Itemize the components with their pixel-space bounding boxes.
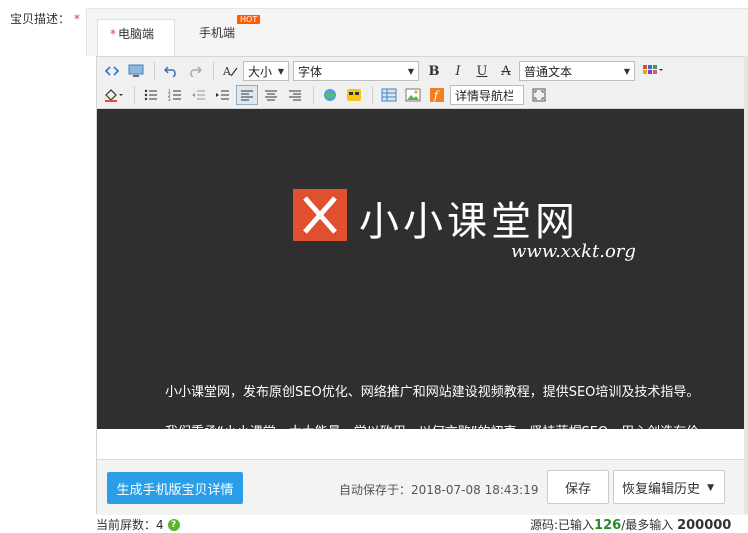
- flash-icon[interactable]: f: [426, 85, 448, 105]
- editor-content-area[interactable]: 小小课堂网 www.xxkt.org 小小课堂网，发布原创SEO优化、网络推广和…: [97, 109, 747, 429]
- clear-format-icon[interactable]: A: [219, 61, 241, 81]
- description-label: 宝贝描述： *: [10, 10, 80, 27]
- detail-nav-select[interactable]: 详情导航栏: [450, 85, 524, 105]
- autosave-label: 自动保存于：: [339, 483, 412, 497]
- source-entered-count: 126: [594, 518, 622, 533]
- tab-desktop[interactable]: * 电脑端: [97, 19, 175, 57]
- save-button[interactable]: 保存: [547, 470, 609, 504]
- fullscreen-icon[interactable]: [528, 85, 550, 105]
- autosave-status: 自动保存于：2018-07-08 18:43:19: [339, 481, 538, 498]
- chevron-down-icon: ▼: [407, 66, 414, 76]
- autosave-time: 2018-07-08 18:43:19: [411, 483, 539, 497]
- paragraph-style-value: 普通文本: [524, 64, 573, 79]
- toolbar-separator: [213, 62, 214, 80]
- strikethrough-icon[interactable]: A: [495, 61, 517, 81]
- table-grid-icon[interactable]: [639, 61, 669, 81]
- undo-icon[interactable]: [160, 61, 182, 81]
- logo-x-icon: [303, 196, 337, 234]
- svg-text:A: A: [222, 65, 232, 78]
- toolbar-separator: [372, 86, 373, 104]
- scrollbar[interactable]: [744, 56, 748, 514]
- preview-icon[interactable]: [125, 61, 147, 81]
- description-label-text: 宝贝描述：: [10, 12, 71, 26]
- content-paragraph-1: 小小课堂网，发布原创SEO优化、网络推广和网站建设视频教程，提供SEO培训及技术…: [165, 385, 700, 400]
- ordered-list-icon[interactable]: 123: [164, 85, 186, 105]
- outdent-icon[interactable]: [188, 85, 210, 105]
- help-icon[interactable]: ?: [167, 518, 180, 531]
- italic-icon[interactable]: I: [447, 61, 469, 81]
- font-size-select[interactable]: 大小 ▼: [243, 61, 289, 81]
- link-icon[interactable]: [319, 85, 341, 105]
- font-family-select[interactable]: 字体 ▼: [293, 61, 419, 81]
- paragraph-style-select[interactable]: 普通文本 ▼: [519, 61, 635, 81]
- emoji-icon[interactable]: [343, 85, 365, 105]
- screen-count: 当前屏数： 4 ?: [96, 516, 180, 533]
- align-left-icon[interactable]: [236, 85, 258, 105]
- generate-mobile-detail-button[interactable]: 生成手机版宝贝详情: [107, 472, 243, 504]
- unordered-list-icon[interactable]: [140, 85, 162, 105]
- rich-text-editor: A 大小 ▼ 字体 ▼ B I U A 普通文本 ▼ 1 2 3 f 详情导航栏…: [96, 56, 748, 515]
- brand-logo: [293, 189, 347, 241]
- chevron-down-icon: ▼: [277, 66, 284, 76]
- brand-url: www.xxkt.org: [511, 241, 636, 262]
- font-family-value: 字体: [298, 64, 323, 79]
- chevron-down-icon: ▼: [707, 483, 714, 493]
- toolbar-row-1: A 大小 ▼ 字体 ▼ B I U A 普通文本 ▼: [101, 60, 671, 82]
- bold-icon[interactable]: B: [423, 61, 445, 81]
- chevron-down-icon: ▼: [623, 66, 630, 76]
- redo-icon[interactable]: [184, 61, 206, 81]
- editor-footer: 生成手机版宝贝详情 自动保存于：2018-07-08 18:43:19 保存 恢…: [97, 459, 747, 515]
- toolbar-separator: [313, 86, 314, 104]
- font-size-value: 大小: [248, 64, 273, 79]
- svg-text:3: 3: [168, 97, 171, 101]
- align-right-icon[interactable]: [284, 85, 306, 105]
- source-entered-label: 源码:已输入: [530, 518, 595, 532]
- table-icon[interactable]: [378, 85, 400, 105]
- underline-icon[interactable]: U: [471, 61, 493, 81]
- image-icon[interactable]: [402, 85, 424, 105]
- screen-count-value: 4: [156, 517, 164, 532]
- required-mark: *: [74, 12, 81, 26]
- toolbar-row-2: 123 f 详情导航栏: [101, 84, 552, 106]
- source-code-icon[interactable]: [101, 61, 123, 81]
- restore-history-label: 恢复编辑历史: [622, 481, 701, 497]
- content-paragraph-2: 我们秉承“小小课堂，大大能量，学以致用，以何言败”的初衷，坚持蓝帽SEO，用心创…: [165, 421, 699, 429]
- toolbar-separator: [134, 86, 135, 104]
- tab-mobile-label: 手机端: [199, 26, 236, 40]
- device-tabs: * 电脑端 手机端 HOT: [86, 8, 748, 57]
- editor-blank-area[interactable]: [97, 429, 747, 459]
- source-max-label: /最多输入: [621, 518, 674, 532]
- tab-desktop-label: 电脑端: [118, 27, 155, 41]
- tab-desktop-star: *: [110, 27, 116, 41]
- fill-color-icon[interactable]: [101, 85, 127, 105]
- source-char-count: 源码:已输入126/最多输入 200000: [530, 516, 731, 533]
- toolbar-separator: [154, 62, 155, 80]
- indent-icon[interactable]: [212, 85, 234, 105]
- screen-count-label: 当前屏数：: [96, 518, 157, 532]
- brand-name: 小小课堂网: [359, 199, 579, 245]
- align-center-icon[interactable]: [260, 85, 282, 105]
- source-max-count: 200000: [677, 518, 732, 533]
- restore-history-button[interactable]: 恢复编辑历史 ▼: [613, 470, 725, 504]
- hot-badge: HOT: [237, 15, 261, 24]
- detail-nav-value: 详情导航栏: [455, 88, 513, 103]
- tab-mobile[interactable]: 手机端: [187, 19, 247, 57]
- editor-toolbar: A 大小 ▼ 字体 ▼ B I U A 普通文本 ▼ 1 2 3 f 详情导航栏: [97, 57, 747, 109]
